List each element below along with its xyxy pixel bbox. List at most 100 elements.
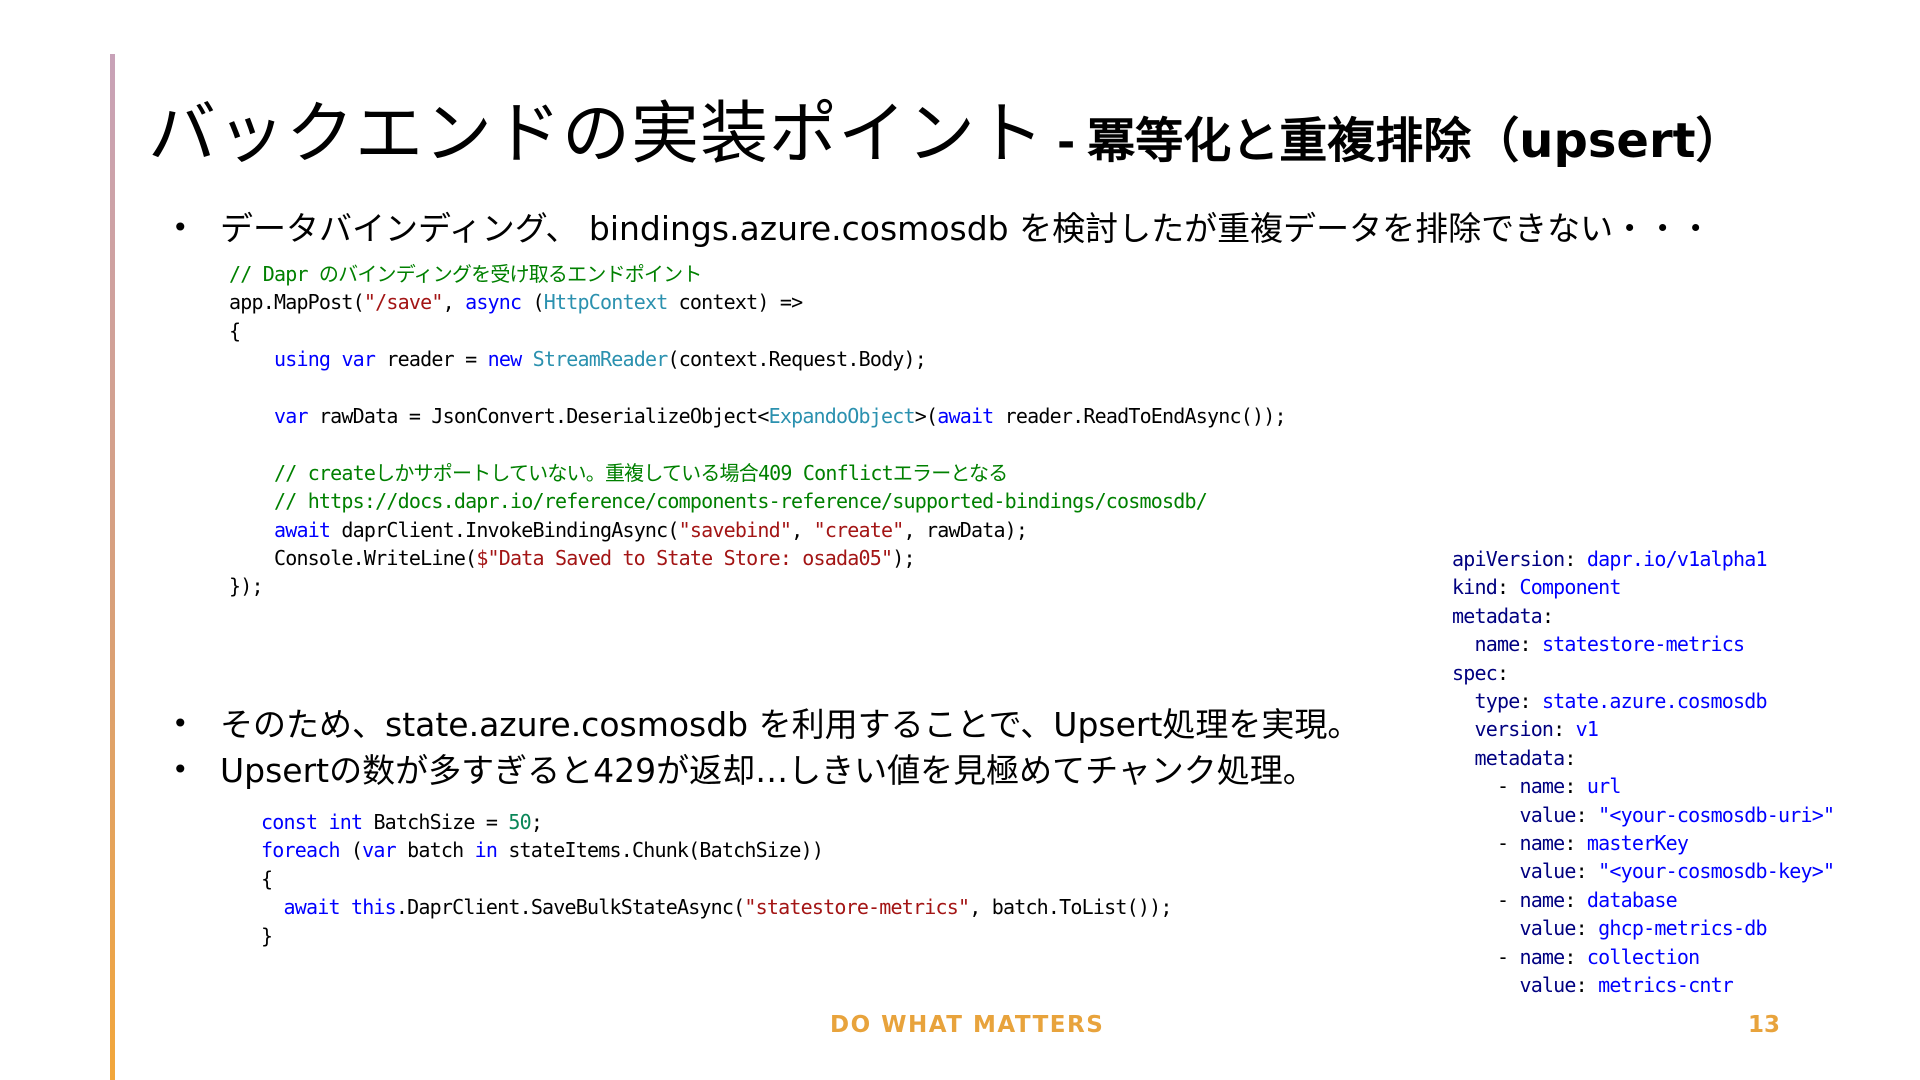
code-token: int bbox=[328, 810, 363, 834]
code-token: "/save" bbox=[363, 290, 443, 315]
code-token: type bbox=[1474, 689, 1520, 714]
code-token: value bbox=[1519, 973, 1576, 998]
code-token: , batch.ToList()); bbox=[969, 895, 1172, 920]
code-token: ; bbox=[530, 810, 543, 834]
code-token: await bbox=[937, 404, 994, 429]
code-token: reader.ReadToEndAsync()); bbox=[993, 404, 1287, 429]
code-token: , rawData); bbox=[903, 517, 1028, 542]
code-token: : bbox=[1496, 660, 1509, 685]
code-token: state.azure.cosmosdb bbox=[1541, 689, 1768, 714]
code-token: metrics-cntr bbox=[1598, 973, 1734, 998]
code-token: , bbox=[791, 517, 814, 542]
code-token: batch bbox=[395, 838, 475, 863]
code-token: >( bbox=[914, 404, 938, 429]
code-line: - name: database bbox=[1452, 886, 1834, 914]
code-token: - bbox=[1452, 944, 1520, 969]
page-number: 13 bbox=[1748, 1012, 1781, 1038]
code-token: context) => bbox=[667, 290, 803, 315]
code-line: version: v1 bbox=[1452, 715, 1834, 743]
bullet-state-upsert: • そのため、state.azure.cosmosdb を利用することで、Upse… bbox=[172, 698, 1360, 746]
code-line: { bbox=[261, 865, 1172, 893]
bullet-dot: • bbox=[172, 211, 189, 244]
code-line: await daprClient.InvokeBindingAsync("sav… bbox=[229, 516, 1286, 544]
code-line: // Dapr のバインディングを受け取るエンドポイント bbox=[229, 260, 1286, 288]
code-token: var bbox=[341, 347, 376, 372]
bullet-text: そのため、state.azure.cosmosdb を利用することで、Upser… bbox=[220, 705, 1361, 744]
code-token: : bbox=[1541, 603, 1554, 628]
code-token: reader = bbox=[375, 347, 488, 372]
code-line: value: ghcp-metrics-db bbox=[1452, 914, 1834, 942]
code-token: HttpContext bbox=[543, 290, 668, 315]
code-line: kind: Component bbox=[1452, 573, 1834, 601]
code-token: // createしかサポートしていない。重複している場合409 Conflic… bbox=[273, 460, 1008, 485]
code-line: using var reader = new StreamReader(cont… bbox=[229, 345, 1286, 373]
code-token: } bbox=[261, 923, 273, 948]
slide-title: バックエンドの実装ポイント - 冪等化と重複排除（upsert） bbox=[148, 78, 1744, 177]
code-token: using bbox=[273, 347, 331, 372]
code-line: value: "<your-cosmosdb-uri>" bbox=[1452, 801, 1835, 829]
code-token: - bbox=[1452, 774, 1520, 799]
code-line: // https://docs.dapr.io/reference/compon… bbox=[229, 487, 1286, 515]
code-token: : bbox=[1519, 632, 1542, 657]
code-token: await bbox=[273, 517, 331, 542]
code-token: : bbox=[1564, 831, 1587, 856]
bullet-dot: • bbox=[172, 707, 189, 740]
code-token: Console.WriteLine( bbox=[229, 546, 477, 571]
code-line: var rawData = JsonConvert.DeserializeObj… bbox=[229, 402, 1287, 430]
code-block-chunk-processing: const int BatchSize = 50; foreach (var ba… bbox=[261, 808, 1172, 950]
code-token: name bbox=[1474, 632, 1520, 657]
code-token: stateItems.Chunk(BatchSize)) bbox=[497, 838, 824, 863]
code-token: in bbox=[474, 838, 498, 863]
code-token: this bbox=[350, 895, 397, 920]
bullet-text: Upsertの数が多すぎると429が返却…しきい値を見極めてチャンク処理。 bbox=[220, 751, 1316, 790]
code-token: : bbox=[1564, 944, 1587, 969]
code-token: : bbox=[1496, 575, 1520, 600]
code-line: await this.DaprClient.SaveBulkStateAsync… bbox=[261, 893, 1172, 921]
bullet-text: データバインディング、 bindings.azure.cosmosdb を検討し… bbox=[220, 209, 1713, 248]
code-token: daprClient.InvokeBindingAsync( bbox=[330, 517, 679, 542]
code-token: "<your-cosmosdb-uri>" bbox=[1598, 802, 1835, 827]
code-token: : bbox=[1564, 887, 1587, 912]
code-line: const int BatchSize = 50; bbox=[261, 808, 1172, 836]
code-token: "savebind" bbox=[678, 517, 792, 542]
accent-bar bbox=[110, 54, 115, 1080]
code-line: { bbox=[229, 317, 1286, 345]
code-token: "statestore-metrics" bbox=[744, 895, 970, 920]
code-token: : bbox=[1553, 717, 1576, 742]
code-token: foreach bbox=[261, 838, 340, 863]
code-token: value bbox=[1519, 802, 1576, 827]
code-token: collection bbox=[1586, 944, 1700, 969]
code-token: BatchSize = bbox=[362, 810, 509, 834]
code-token: : bbox=[1519, 689, 1542, 714]
title-main: バックエンドの実装ポイント bbox=[148, 95, 1046, 174]
code-token: kind bbox=[1452, 575, 1498, 600]
code-line: - name: masterKey bbox=[1452, 829, 1834, 857]
code-token: name bbox=[1519, 774, 1565, 799]
code-token: : bbox=[1575, 973, 1599, 998]
code-token: : bbox=[1564, 547, 1587, 571]
code-token: - bbox=[1452, 831, 1520, 856]
code-token: await bbox=[283, 895, 340, 920]
code-token: ExpandoObject bbox=[768, 404, 916, 429]
code-token: // https://docs.dapr.io/reference/compon… bbox=[273, 489, 1208, 514]
code-token: database bbox=[1586, 887, 1678, 912]
code-line: - name: url bbox=[1452, 772, 1834, 800]
code-line: - name: collection bbox=[1452, 943, 1834, 971]
code-token: spec bbox=[1452, 660, 1498, 685]
code-token: StreamReader bbox=[532, 347, 669, 372]
code-token: apiVersion bbox=[1452, 547, 1565, 571]
